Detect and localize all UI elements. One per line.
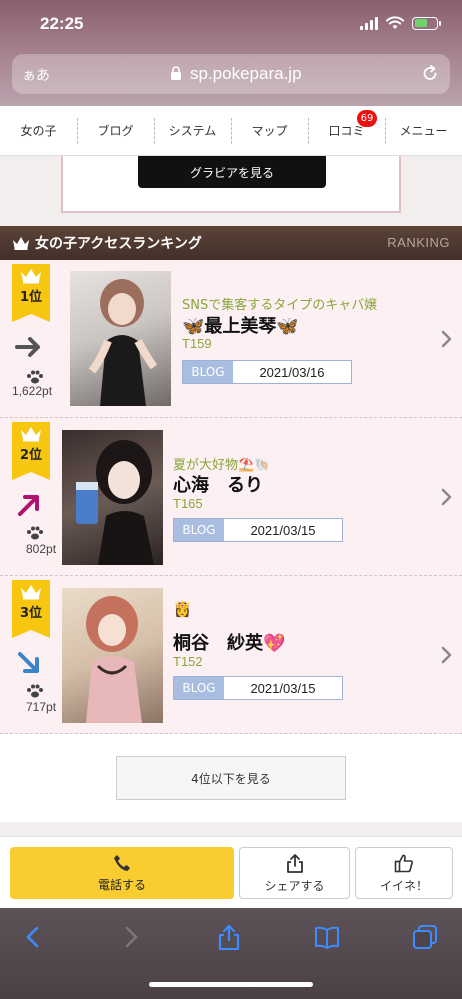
- status-icons: [360, 16, 441, 30]
- catch-copy: 👸: [173, 600, 192, 618]
- girl-name: 桐谷 紗英💖: [173, 633, 286, 654]
- site-nav: 女の子 ブログ システム マップ 口コミ 69 メニュー: [0, 106, 462, 156]
- call-button[interactable]: 電話する: [10, 847, 234, 899]
- ranking-title: 女の子アクセスランキング: [35, 236, 202, 252]
- rank-badge: 2位: [12, 422, 50, 480]
- blog-date: 2021/03/15: [250, 522, 316, 538]
- blog-link[interactable]: BLOG 2021/03/15: [173, 518, 343, 542]
- blog-tag: BLOG: [183, 361, 233, 383]
- crown-icon: [13, 237, 29, 250]
- ranking-row[interactable]: 1位 1,622pt SNSで集客するタイプのキャバ嬢 🦋最上美琴🦋 T159 …: [0, 260, 462, 418]
- girl-photo[interactable]: [70, 271, 171, 406]
- access-points: 802pt: [26, 542, 57, 556]
- chevron-right-icon[interactable]: [440, 646, 452, 664]
- crown-icon: [21, 269, 41, 284]
- nav-item-system[interactable]: システム: [154, 106, 231, 155]
- like-button[interactable]: イイネ！: [355, 847, 453, 899]
- ranking-row[interactable]: 2位 802pt 夏が大好物⛱️🐚 心海 るり T165 BLOG 2021/0…: [0, 418, 462, 576]
- crown-icon: [21, 585, 41, 600]
- ranking-list: 1位 1,622pt SNSで集客するタイプのキャバ嬢 🦋最上美琴🦋 T159 …: [0, 260, 462, 822]
- girl-silhouette-image: [86, 596, 142, 723]
- view-gravure-button[interactable]: グラビアを見る: [138, 156, 326, 188]
- blog-link[interactable]: BLOG 2021/03/16: [182, 360, 352, 384]
- url-text[interactable]: sp.pokepara.jp: [190, 64, 302, 84]
- chevron-right-icon[interactable]: [440, 488, 452, 506]
- paw-icon: [27, 684, 43, 698]
- share-sheet-icon[interactable]: [216, 924, 242, 950]
- back-icon[interactable]: [20, 924, 46, 950]
- wifi-icon: [386, 16, 404, 29]
- access-points: 1,622pt: [12, 384, 53, 398]
- share-icon: [286, 853, 303, 873]
- share-label: シェアする: [264, 878, 325, 893]
- tabs-icon[interactable]: [412, 924, 438, 950]
- blog-tag: BLOG: [174, 519, 224, 541]
- reload-icon[interactable]: [420, 64, 440, 84]
- reader-aa-button[interactable]: ぁあ: [22, 65, 50, 85]
- nav-item-blog[interactable]: ブログ: [77, 106, 154, 155]
- lock-icon: [171, 66, 181, 80]
- nav-item-menu[interactable]: メニュー: [385, 106, 462, 155]
- rank-position: 2位: [19, 448, 43, 463]
- phone-icon: [114, 854, 130, 871]
- reviews-count-badge: 69: [357, 110, 377, 127]
- blog-date: 2021/03/15: [250, 680, 316, 696]
- thumbs-up-icon: [394, 854, 413, 872]
- blog-link[interactable]: BLOG 2021/03/15: [173, 676, 343, 700]
- nav-item-reviews[interactable]: 口コミ 69: [308, 106, 385, 155]
- bookmarks-icon[interactable]: [314, 924, 340, 950]
- home-indicator: [149, 982, 313, 987]
- like-label: イイネ！: [379, 878, 428, 893]
- access-points: 717pt: [26, 700, 57, 714]
- paw-icon: [27, 370, 43, 384]
- status-time: 22:25: [40, 14, 84, 33]
- ranking-title-en: RANKING: [387, 235, 450, 250]
- share-button[interactable]: シェアする: [239, 847, 350, 899]
- paw-icon: [27, 526, 43, 540]
- girl-silhouette-image: [88, 279, 158, 406]
- trend-up-icon: [18, 495, 39, 516]
- girl-name: 心海 るり: [173, 475, 263, 496]
- signal-icon: [360, 16, 378, 30]
- trend-flat-icon: [15, 337, 40, 357]
- girl-height: T152: [173, 654, 203, 669]
- action-bar: 電話する シェアする イイネ！: [0, 836, 462, 908]
- ranking-row[interactable]: 3位 717pt 👸 桐谷 紗英💖 T152 BLOG 2021/03/15: [0, 576, 462, 734]
- rank-position: 1位: [19, 290, 43, 305]
- url-bar[interactable]: ぁあ sp.pokepara.jp: [12, 54, 450, 94]
- nav-item-map[interactable]: マップ: [231, 106, 308, 155]
- blog-tag: BLOG: [174, 677, 224, 699]
- forward-icon[interactable]: [118, 924, 144, 950]
- girl-photo[interactable]: [62, 430, 163, 565]
- blog-date: 2021/03/16: [259, 364, 325, 380]
- girl-name: 🦋最上美琴🦋: [182, 316, 299, 337]
- browser-chrome: 22:25 ぁあ sp.pokepara.jp: [0, 0, 462, 106]
- girl-photo[interactable]: [62, 588, 163, 723]
- trend-down-icon: [18, 652, 39, 673]
- gravure-card: グラビアを見る: [61, 156, 401, 213]
- girl-height: T159: [182, 336, 212, 351]
- ranking-header: 女の子アクセスランキング RANKING: [0, 226, 462, 260]
- view-more-ranking-button[interactable]: 4位以下を見る: [116, 756, 346, 800]
- rank-badge: 3位: [12, 580, 50, 638]
- battery-icon: [412, 16, 441, 30]
- crown-icon: [21, 427, 41, 442]
- chevron-right-icon[interactable]: [440, 330, 452, 348]
- call-label: 電話する: [97, 877, 146, 892]
- girl-height: T165: [173, 496, 203, 511]
- nav-item-girls[interactable]: 女の子: [0, 106, 77, 155]
- catch-copy: SNSで集客するタイプのキャバ嬢: [182, 298, 378, 313]
- rank-position: 3位: [19, 606, 43, 621]
- rank-badge: 1位: [12, 264, 50, 322]
- girl-silhouette-image: [76, 440, 154, 565]
